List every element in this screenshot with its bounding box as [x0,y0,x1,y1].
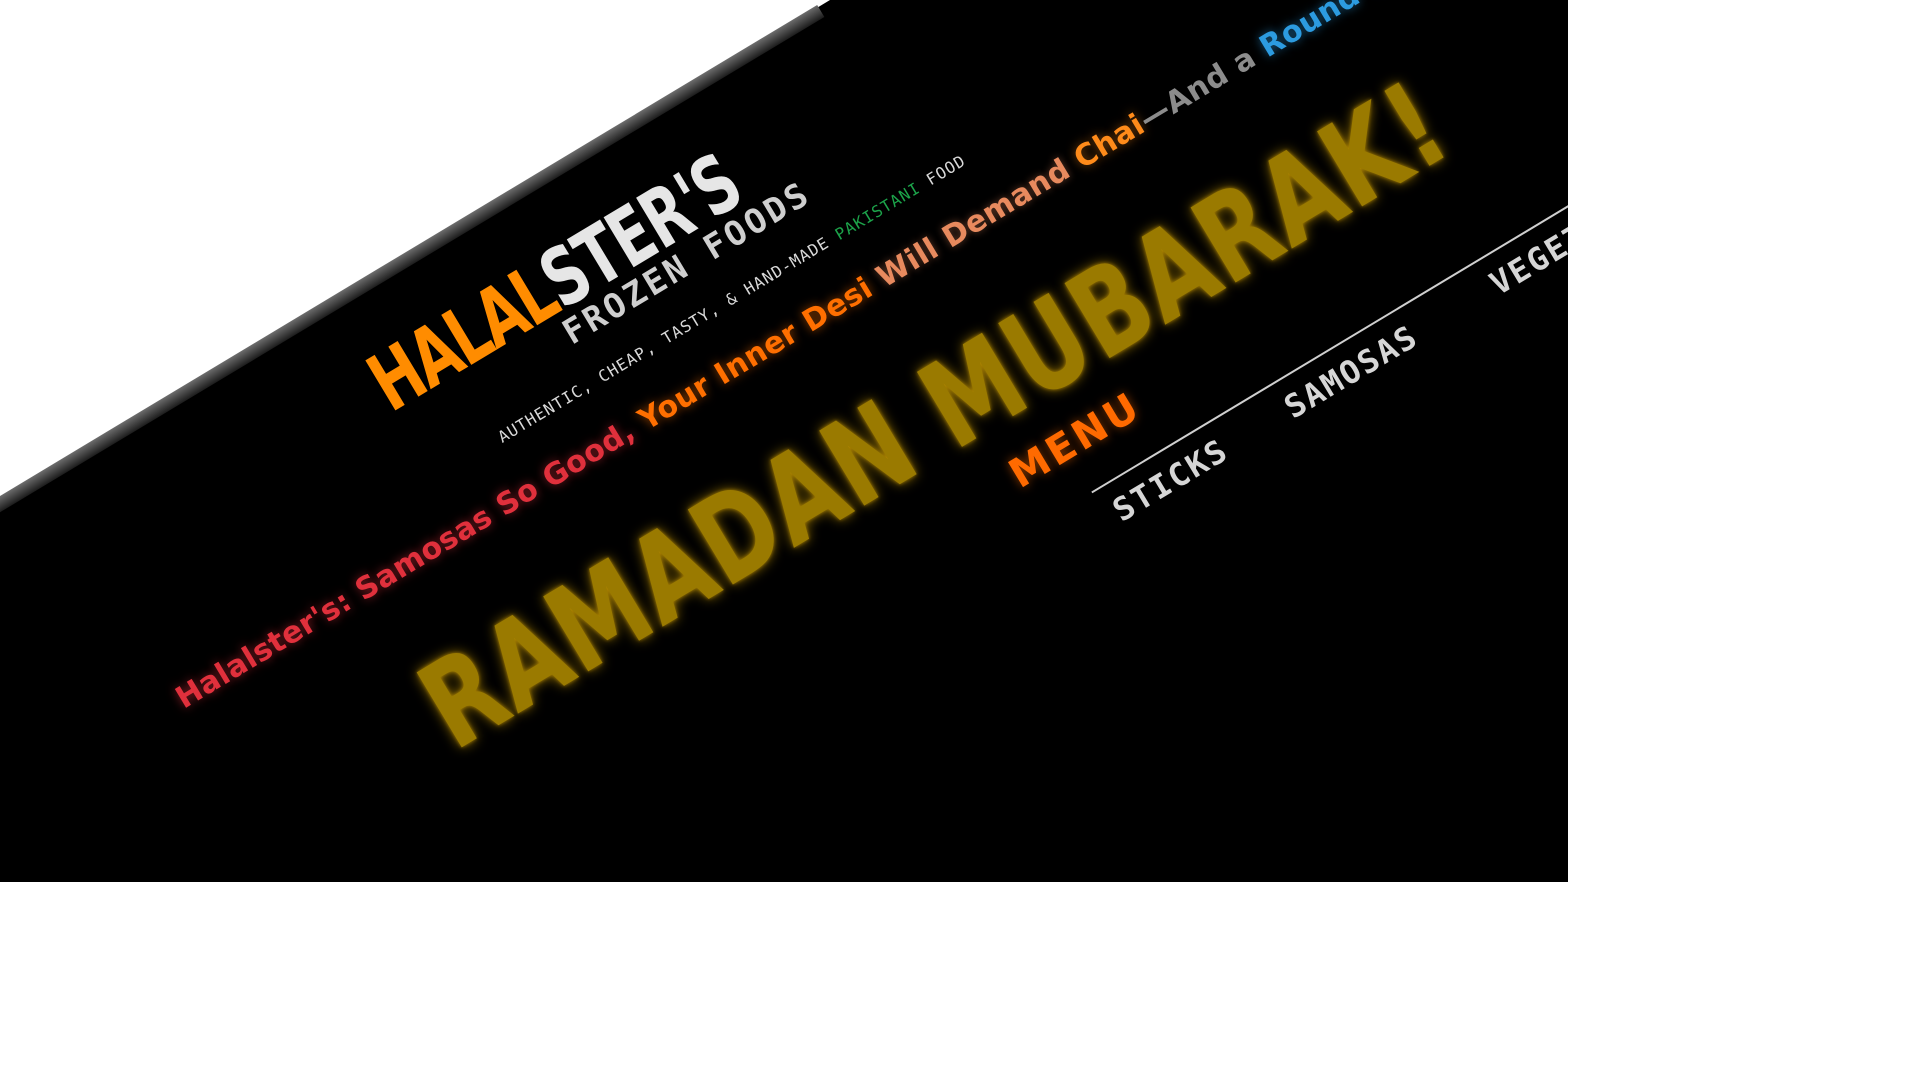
device-screen: HALAL STER'S FROZEN FOODS AUTHENTIC, CHE… [0,0,1568,882]
tagline-end: FOOD [913,150,970,195]
menu-item-samosas[interactable]: SAMOSAS [1278,317,1425,426]
page-content: HALAL STER'S FROZEN FOODS AUTHENTIC, CHE… [170,0,1568,777]
headline-part-6: Round Two [1253,0,1434,65]
menu-item-vegetable[interactable]: VEGETABLE [1483,172,1568,303]
headline-part-5: —And a [1133,34,1272,138]
tagline-pakistani: PAKISTANI [831,178,924,244]
